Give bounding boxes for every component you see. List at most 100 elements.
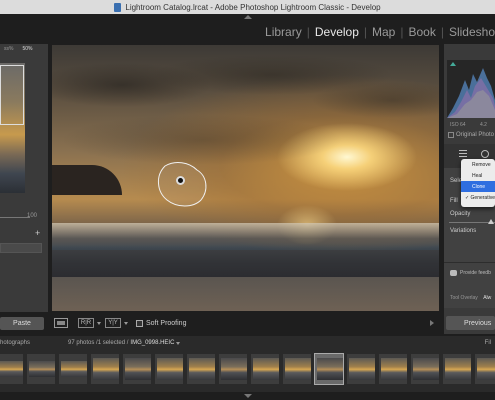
original-photo-label: Original Photo bbox=[456, 132, 495, 138]
fill-menu-item-remove[interactable]: Remove bbox=[461, 159, 495, 170]
mask-pin-icon[interactable] bbox=[176, 176, 185, 185]
filmstrip-thumbnail[interactable] bbox=[122, 353, 152, 385]
remove-tool-icon[interactable] bbox=[481, 150, 489, 158]
loupe-view-icon[interactable] bbox=[54, 318, 68, 328]
filmstrip-thumbnail[interactable] bbox=[186, 353, 216, 385]
iso-value: ISO 64 bbox=[450, 122, 466, 128]
filmstrip[interactable] bbox=[0, 350, 495, 392]
add-preset-icon[interactable]: + bbox=[35, 228, 40, 238]
thumbnail-image bbox=[93, 358, 119, 380]
filmstrip-thumbnail[interactable] bbox=[154, 353, 184, 385]
provide-feedback-label: Provide feedb bbox=[460, 270, 491, 276]
focal-value: 4.2 bbox=[479, 122, 487, 128]
fill-menu-item-heal[interactable]: Heal bbox=[461, 170, 495, 181]
filmstrip-thumbnail[interactable] bbox=[250, 353, 280, 385]
thumbnail-image bbox=[0, 361, 23, 377]
soft-proofing-label: Soft Proofing bbox=[146, 319, 187, 327]
histogram-info: ISO 64 4.2 bbox=[450, 122, 487, 128]
filmstrip-thumbnail[interactable] bbox=[282, 353, 312, 385]
window-title: Lightroom Catalog.lrcat - Adobe Photosho… bbox=[125, 2, 381, 12]
module-develop[interactable]: Develop bbox=[315, 25, 359, 39]
module-separator: | bbox=[306, 25, 310, 39]
filmstrip-thumbnail-selected[interactable] bbox=[314, 353, 344, 385]
filmstrip-thumbnail[interactable] bbox=[442, 353, 472, 385]
panel-divider bbox=[444, 262, 495, 263]
original-photo-toggle[interactable]: Original Photo bbox=[448, 132, 494, 138]
thumbnail-image bbox=[445, 358, 471, 380]
menu-item-label: Generative bbox=[470, 194, 495, 201]
tool-overlay-setting[interactable]: Tool Overlay Alw bbox=[450, 295, 491, 301]
filmstrip-thumbnail[interactable] bbox=[90, 353, 120, 385]
module-book[interactable]: Book bbox=[408, 25, 435, 39]
fill-menu-item-generative[interactable]: ✓ Generative bbox=[461, 192, 495, 203]
fill-mode-menu: Remove Heal Clone ✓ Generative bbox=[461, 159, 495, 207]
zoom-fill-option[interactable]: ss% bbox=[4, 46, 13, 56]
module-separator: | bbox=[440, 25, 444, 39]
module-slideshow[interactable]: Slidesho bbox=[449, 25, 495, 39]
variations-label: Variations bbox=[450, 228, 477, 234]
histogram-graph bbox=[447, 68, 495, 118]
thumbnail-image bbox=[477, 358, 495, 380]
opacity-label: Opacity bbox=[450, 211, 471, 217]
tool-overlay-value[interactable]: Alw bbox=[483, 295, 491, 301]
previous-button[interactable]: Previous bbox=[446, 316, 495, 330]
photo-water bbox=[52, 250, 439, 280]
tool-overlay-label: Tool Overlay bbox=[450, 295, 478, 301]
shadow-clipping-icon[interactable] bbox=[450, 62, 456, 66]
original-photo-checkbox[interactable] bbox=[448, 132, 454, 138]
filmstrip-thumbnail[interactable] bbox=[346, 353, 376, 385]
provide-feedback-link[interactable]: Provide feedb bbox=[450, 270, 491, 276]
window-titlebar: Lightroom Catalog.lrcat - Adobe Photosho… bbox=[0, 0, 495, 14]
filmstrip-thumbnail[interactable] bbox=[58, 353, 88, 385]
menu-item-label: Remove bbox=[472, 161, 491, 168]
before-after-icon[interactable]: R|R bbox=[78, 318, 94, 328]
opacity-slider-thumb[interactable] bbox=[488, 219, 494, 224]
chevron-down-icon[interactable] bbox=[176, 341, 181, 345]
module-separator: | bbox=[363, 25, 368, 39]
filmstrip-header: hotographs 97 photos /1 selected / IMG_0… bbox=[0, 336, 495, 350]
bottom-panel-collapse-icon[interactable] bbox=[244, 394, 252, 398]
thumbnail-image bbox=[189, 358, 215, 380]
left-panel-slider-value: 100 bbox=[27, 213, 38, 219]
filmstrip-thumbnail[interactable] bbox=[410, 353, 440, 385]
photo-toolbar: R|R Y|Y Soft Proofing bbox=[52, 316, 439, 330]
menu-item-label: Clone bbox=[472, 183, 486, 190]
thumbnail-image bbox=[285, 358, 311, 380]
thumbnail-image bbox=[253, 358, 279, 380]
photo-wave bbox=[52, 223, 439, 249]
main-photo-canvas[interactable] bbox=[52, 45, 439, 311]
chevron-down-icon[interactable] bbox=[124, 321, 128, 325]
filmstrip-thumbnail[interactable] bbox=[378, 353, 408, 385]
module-map[interactable]: Map bbox=[372, 25, 395, 39]
filmstrip-source[interactable]: hotographs bbox=[0, 340, 30, 346]
zoom-fit-option[interactable]: 50% bbox=[22, 46, 32, 56]
histogram bbox=[447, 60, 495, 118]
edit-sliders-icon[interactable] bbox=[459, 150, 467, 158]
navigator-preview[interactable] bbox=[0, 63, 25, 193]
thumbnail-image bbox=[61, 361, 87, 377]
navigator-view-frame[interactable] bbox=[0, 65, 24, 125]
paste-button[interactable]: Paste bbox=[0, 317, 44, 330]
left-panel-field[interactable] bbox=[0, 243, 42, 253]
module-list: Library | Develop | Map | Book | Slidesh… bbox=[265, 25, 495, 39]
toolbar-expand-icon[interactable] bbox=[430, 320, 434, 326]
left-panel-slider[interactable] bbox=[0, 217, 30, 218]
module-library[interactable]: Library bbox=[265, 25, 302, 39]
thumbnail-image bbox=[349, 358, 375, 380]
chevron-down-icon[interactable] bbox=[97, 321, 101, 325]
filmstrip-thumbnail[interactable] bbox=[26, 353, 56, 385]
fill-menu-item-clone[interactable]: Clone bbox=[461, 181, 495, 192]
filmstrip-thumbnail[interactable] bbox=[0, 353, 24, 385]
filmstrip-thumbnail[interactable] bbox=[474, 353, 495, 385]
thumbnail-image bbox=[317, 358, 343, 380]
menu-item-label: Heal bbox=[472, 172, 483, 179]
top-panel-collapse-icon[interactable] bbox=[244, 15, 252, 19]
filmstrip-filter-label[interactable]: Fil bbox=[485, 340, 491, 346]
soft-proofing-checkbox[interactable] bbox=[136, 319, 143, 327]
filmstrip-thumbnail[interactable] bbox=[218, 353, 248, 385]
document-icon bbox=[114, 2, 122, 12]
thumbnail-image bbox=[29, 361, 55, 377]
before-after-swap-icon[interactable]: Y|Y bbox=[105, 318, 121, 328]
filmstrip-filename[interactable]: IMG_0998.HEIC bbox=[130, 340, 174, 346]
thumbnail-image bbox=[221, 358, 247, 380]
